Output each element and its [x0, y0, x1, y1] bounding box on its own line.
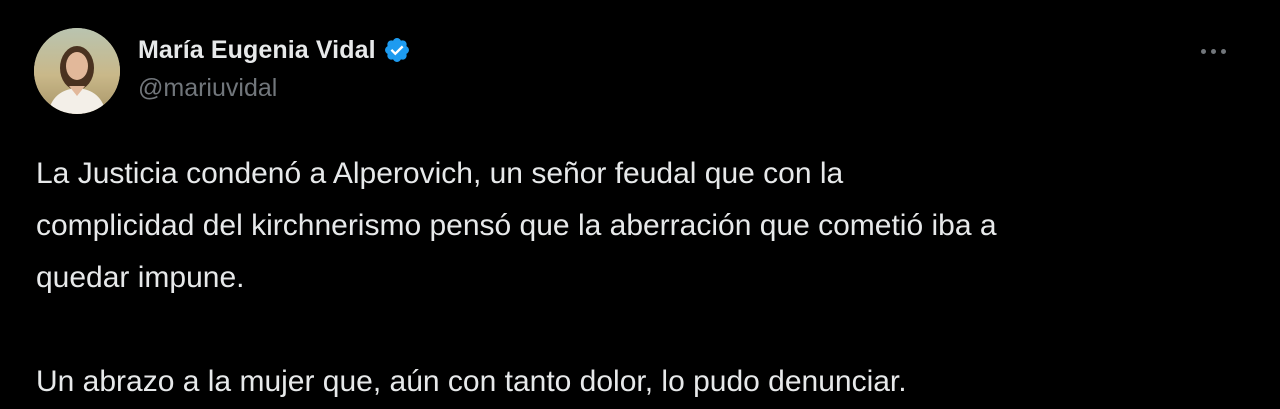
tweet-text-line: quedar impune.	[36, 261, 245, 294]
more-options-dot	[1210, 48, 1216, 54]
tweet-text: La Justicia condenó a Alperovich, un señ…	[36, 148, 1256, 408]
author-name-row: María Eugenia Vidal	[138, 32, 411, 68]
author-avatar[interactable]	[34, 28, 120, 114]
more-options-icon	[1200, 48, 1206, 54]
tweet-text-line: complicidad del kirchnerismo pensó que l…	[36, 209, 997, 242]
author-display-name[interactable]: María Eugenia Vidal	[138, 36, 376, 65]
author-handle[interactable]: @mariuvidal	[138, 74, 277, 103]
more-options-dot	[1220, 48, 1226, 54]
tweet-text-line: La Justicia condenó a Alperovich, un señ…	[36, 157, 844, 190]
tweet-text-paragraph: Un abrazo a la mujer que, aún con tanto …	[36, 365, 907, 398]
avatar-photo-icon	[34, 28, 120, 114]
tweet-card: María Eugenia Vidal @mariuvidal La Justi…	[0, 0, 1280, 409]
verified-badge-icon	[384, 38, 409, 62]
more-options-button[interactable]	[1190, 34, 1236, 68]
